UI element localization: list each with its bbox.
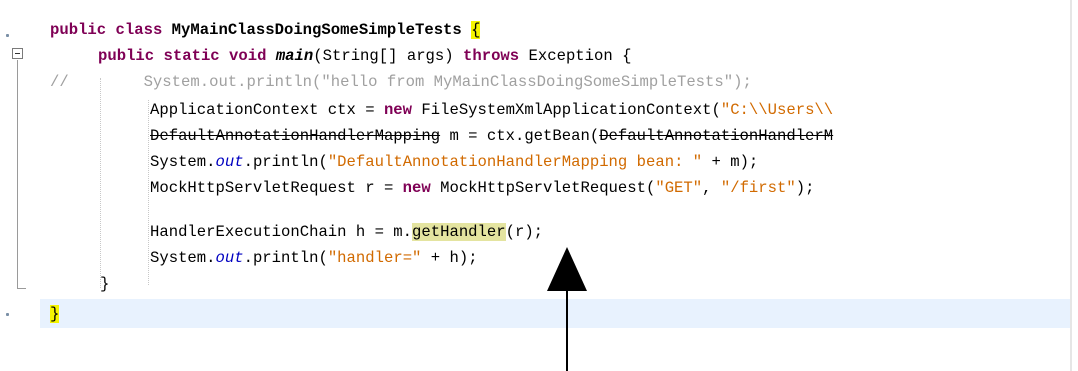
- code-text: + h);: [421, 249, 478, 267]
- code-text: );: [795, 179, 815, 197]
- code-text: .println(: [243, 153, 328, 171]
- matched-brace: {: [471, 21, 481, 39]
- code-text: ApplicationContext ctx =: [150, 101, 384, 119]
- string-literal: "GET": [655, 179, 703, 197]
- code-text: HandlerExecutionChain h = m.: [150, 223, 413, 241]
- string-literal: "DefaultAnnotationHandlerMapping bean: ": [327, 153, 703, 171]
- code-line-8[interactable]: HandlerExecutionChain h = m.getHandler(r…: [150, 219, 543, 245]
- code-text: System.: [150, 153, 216, 171]
- gutter-marker: [6, 34, 9, 37]
- closing-brace: }: [100, 275, 110, 293]
- code-line-11[interactable]: }: [50, 301, 60, 327]
- code-text: (String[] args): [313, 47, 454, 65]
- indent-guide: [148, 100, 149, 285]
- deprecated-type: DefaultAnnotationHandlerM: [599, 127, 834, 145]
- keyword: static: [163, 47, 220, 65]
- editor-right-edge: [1070, 0, 1072, 371]
- static-field: out: [215, 249, 244, 267]
- code-text: System.: [150, 249, 216, 267]
- code-text: ,: [702, 179, 721, 197]
- code-line-10[interactable]: }: [100, 271, 109, 297]
- code-text: FileSystemXmlApplicationContext(: [412, 101, 721, 119]
- code-text: MockHttpServletRequest r =: [150, 179, 403, 197]
- string-literal: "C:\\Users\\: [720, 101, 834, 119]
- fold-toggle-icon[interactable]: [12, 48, 23, 59]
- fold-range-line: [17, 60, 18, 288]
- code-text: + m);: [702, 153, 759, 171]
- keyword: throws: [463, 47, 520, 65]
- code-text: m = ctx.getBean(: [440, 127, 600, 145]
- code-line-9[interactable]: System.out.println("handler=" + h);: [150, 245, 478, 271]
- method-name: main: [275, 47, 314, 65]
- keyword: public: [98, 47, 155, 65]
- keyword: void: [229, 47, 267, 65]
- code-line-7[interactable]: MockHttpServletRequest r = new MockHttpS…: [150, 175, 814, 201]
- string-literal: "handler=": [327, 249, 422, 267]
- fold-range-end: [17, 288, 26, 289]
- code-editor[interactable]: public class MyMainClassDoingSomeSimpleT…: [0, 0, 1078, 371]
- keyword: new: [402, 179, 431, 197]
- code-line-6[interactable]: System.out.println("DefaultAnnotationHan…: [150, 149, 758, 175]
- code-line-5[interactable]: DefaultAnnotationHandlerMapping m = ctx.…: [150, 123, 833, 149]
- highlighted-method-call[interactable]: getHandler: [412, 223, 506, 241]
- gutter-marker: [6, 313, 9, 316]
- code-line-3-comment[interactable]: // System.out.println("hello from MyMain…: [50, 69, 752, 95]
- keyword: public: [50, 21, 107, 39]
- code-text: Exception {: [528, 47, 632, 65]
- code-line-1[interactable]: public class MyMainClassDoingSomeSimpleT…: [50, 17, 481, 43]
- current-line-highlight: [40, 299, 1070, 328]
- keyword: class: [115, 21, 163, 39]
- code-line-2[interactable]: public static void main(String[] args) t…: [98, 43, 631, 69]
- annotation-arrow-shaft: [566, 285, 568, 371]
- matched-brace: }: [50, 305, 60, 323]
- deprecated-type: DefaultAnnotationHandlerMapping: [150, 127, 441, 145]
- code-text: .println(: [243, 249, 328, 267]
- keyword: new: [383, 101, 413, 119]
- code-text: MockHttpServletRequest(: [430, 179, 656, 197]
- indent-guide: [100, 78, 101, 288]
- code-text: (r);: [505, 223, 544, 241]
- string-literal: "/first": [720, 179, 796, 197]
- code-line-4[interactable]: ApplicationContext ctx = new FileSystemX…: [150, 97, 833, 123]
- class-name: MyMainClassDoingSomeSimpleTests: [171, 21, 462, 39]
- static-field: out: [215, 153, 244, 171]
